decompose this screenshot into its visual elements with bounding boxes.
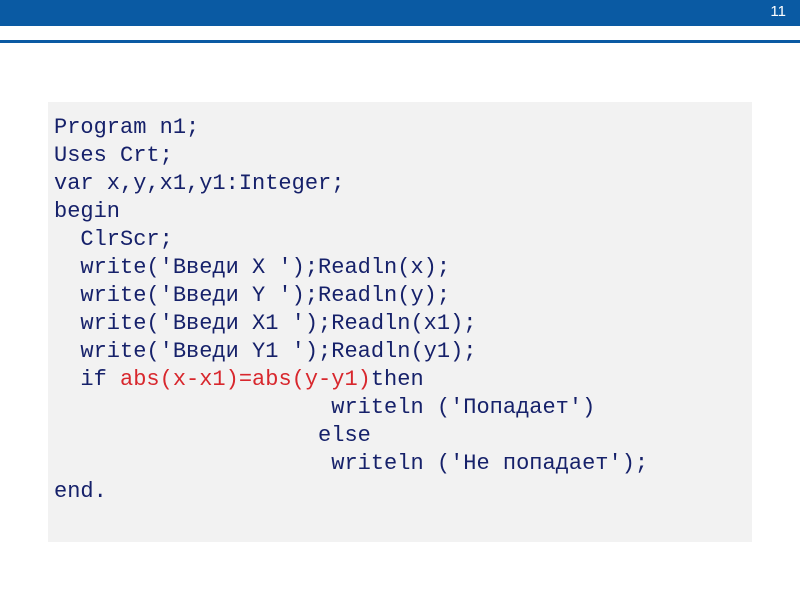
code-line: write('Введи X ');Readln(x);: [54, 255, 450, 280]
code-line: end.: [54, 479, 107, 504]
code-line: write('Введи Y1 ');Readln(y1);: [54, 339, 476, 364]
code-line: var x,y,x1,y1:Integer;: [54, 171, 344, 196]
code-line: begin: [54, 199, 120, 224]
slide: 11 Program n1; Uses Crt; var x,y,x1,y1:I…: [0, 0, 800, 600]
code-block: Program n1; Uses Crt; var x,y,x1,y1:Inte…: [48, 102, 752, 542]
code-line: Program n1;: [54, 115, 199, 140]
accent-divider: [0, 40, 800, 43]
highlight: abs(x-x1)=abs(y-y1): [120, 367, 371, 392]
code-line: else: [54, 423, 384, 448]
page-number: 11: [770, 3, 786, 20]
code-line: writeln ('Не попадает');: [54, 451, 648, 476]
title-bar: 11: [0, 0, 800, 26]
code-line: ClrScr;: [54, 227, 173, 252]
code-line: Uses Crt;: [54, 143, 173, 168]
code-line: write('Введи X1 ');Readln(x1);: [54, 311, 476, 336]
code-line: write('Введи Y ');Readln(y);: [54, 283, 450, 308]
code-line: if abs(x-x1)=abs(y-y1)then: [54, 367, 424, 392]
code-line: writeln ('Попадает'): [54, 395, 595, 420]
code-content: Program n1; Uses Crt; var x,y,x1,y1:Inte…: [54, 114, 746, 506]
